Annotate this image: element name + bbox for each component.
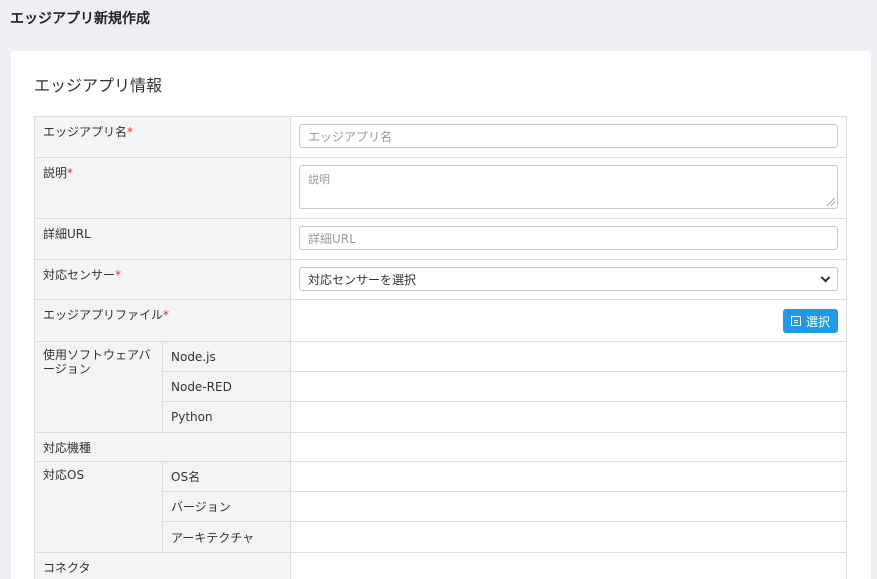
value-architecture [291, 522, 846, 552]
row-app-file: エッジアプリファイル* 選択 [35, 300, 846, 342]
subrow-node-red: Node-RED [163, 372, 846, 402]
document-icon [790, 316, 801, 326]
value-python [291, 402, 846, 432]
row-detail-url: 詳細URL 詳細URL [35, 219, 846, 260]
subrow-nodejs: Node.js [163, 342, 846, 372]
label-device: 対応機種 [35, 433, 291, 461]
select-file-button[interactable]: 選択 [782, 309, 838, 333]
label-sensor: 対応センサー* [35, 260, 291, 299]
label-detail-url: 詳細URL [35, 219, 291, 259]
required-mark: * [127, 125, 134, 139]
chevron-down-icon [820, 272, 831, 282]
row-app-name: エッジアプリ名* エッジアプリ名 [35, 117, 846, 158]
value-os-name [291, 462, 846, 491]
label-connector: コネクタ [35, 553, 291, 579]
group-software-version: 使用ソフトウェアバージョン Node.js Node-RED Python [35, 342, 846, 433]
label-os-version: バージョン [163, 492, 291, 521]
label-os: 対応OS [35, 462, 163, 552]
row-device: 対応機種 [35, 433, 846, 462]
section-title: エッジアプリ情報 [34, 76, 163, 95]
label-architecture: アーキテクチャ [163, 522, 291, 552]
page-title: エッジアプリ新規作成 [10, 11, 150, 27]
sensor-select[interactable]: 対応センサーを選択 [299, 267, 838, 291]
label-app-file: エッジアプリファイル* [35, 300, 291, 341]
label-description: 説明* [35, 158, 291, 218]
group-os: 対応OS OS名 バージョン アーキテクチャ [35, 462, 846, 553]
value-nodejs [291, 342, 846, 371]
detail-url-input[interactable]: 詳細URL [299, 226, 838, 250]
value-device [291, 433, 846, 461]
value-os-version [291, 492, 846, 521]
label-app-name: エッジアプリ名* [35, 117, 291, 157]
subrow-os-name: OS名 [163, 462, 846, 492]
row-connector: コネクタ [35, 553, 846, 579]
label-os-name: OS名 [163, 462, 291, 491]
app-name-input[interactable]: エッジアプリ名 [299, 124, 838, 148]
app-info-card: エッジアプリ情報 エッジアプリ名* エッジアプリ名 説明* 説明 詳細URL 詳… [11, 51, 871, 579]
label-software-version: 使用ソフトウェアバージョン [35, 342, 163, 432]
description-textarea[interactable]: 説明 [299, 165, 838, 209]
value-connector [291, 553, 846, 579]
label-node-red: Node-RED [163, 372, 291, 401]
resize-handle-icon[interactable] [827, 198, 835, 206]
subrow-python: Python [163, 402, 846, 432]
label-nodejs: Node.js [163, 342, 291, 371]
row-sensor: 対応センサー* 対応センサーを選択 [35, 260, 846, 300]
row-description: 説明* 説明 [35, 158, 846, 219]
edge-app-form: エッジアプリ名* エッジアプリ名 説明* 説明 詳細URL 詳細URL 対応セン… [34, 116, 847, 579]
value-node-red [291, 372, 846, 401]
required-mark: * [67, 166, 74, 180]
required-mark: * [115, 268, 122, 282]
subrow-architecture: アーキテクチャ [163, 522, 846, 552]
subrow-os-version: バージョン [163, 492, 846, 522]
label-python: Python [163, 402, 291, 432]
required-mark: * [163, 308, 170, 322]
